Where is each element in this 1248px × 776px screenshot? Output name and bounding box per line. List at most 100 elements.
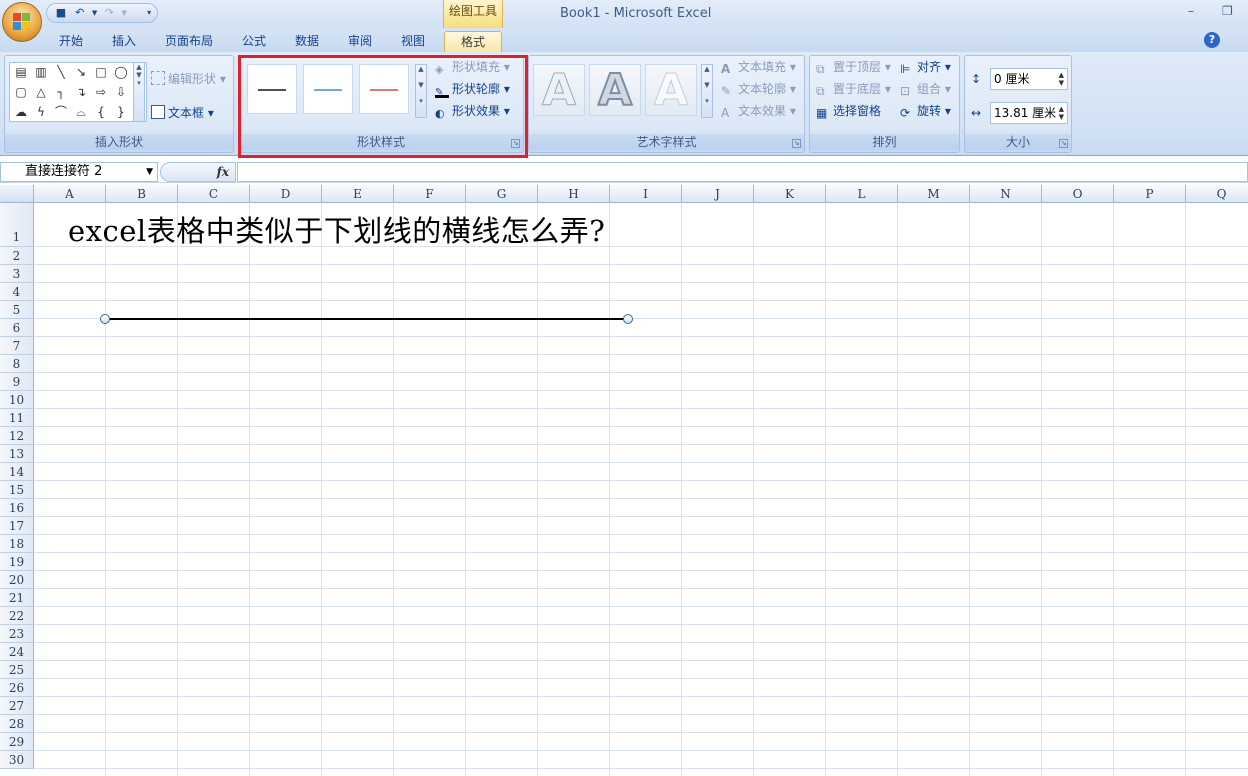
column-header-m[interactable]: M	[898, 185, 970, 203]
row-header-11[interactable]: 11	[0, 409, 34, 427]
row-header-27[interactable]: 27	[0, 697, 34, 715]
edit-shape-button[interactable]: 编辑形状 ▾	[151, 70, 226, 88]
wordart-style-option-3[interactable]: A	[645, 64, 697, 117]
row-header-15[interactable]: 15	[0, 481, 34, 499]
column-header-f[interactable]: F	[394, 185, 466, 203]
formula-input[interactable]	[237, 162, 1248, 182]
row-header-4[interactable]: 4	[0, 283, 34, 301]
cell-a1[interactable]: excel表格中类似于下划线的横线怎么弄?	[68, 208, 605, 250]
shape-width-input[interactable]: 13.81 厘米 ▲ ▼	[990, 102, 1068, 124]
row-header-25[interactable]: 25	[0, 661, 34, 679]
arc-shape-icon[interactable]: ⌓	[74, 105, 88, 119]
row-header-21[interactable]: 21	[0, 589, 34, 607]
curve-shape-icon[interactable]: ⌒	[54, 105, 68, 119]
name-box[interactable]: 直接连接符 2 ▼	[0, 162, 158, 182]
row-header-18[interactable]: 18	[0, 535, 34, 553]
row-header-29[interactable]: 29	[0, 733, 34, 751]
row-header-6[interactable]: 6	[0, 319, 34, 337]
select-all-corner[interactable]	[0, 185, 34, 203]
send-to-back-button[interactable]: ⧉ 置于底层 ▾	[816, 80, 891, 98]
wordart-styles-launcher-icon[interactable]: ↘	[792, 139, 801, 148]
row-header-12[interactable]: 12	[0, 427, 34, 445]
row-header-9[interactable]: 9	[0, 373, 34, 391]
column-header-p[interactable]: P	[1114, 185, 1186, 203]
row-header-26[interactable]: 26	[0, 679, 34, 697]
minimize-button[interactable]: –	[1188, 4, 1194, 18]
text-effects-button[interactable]: A 文本效果 ▾	[721, 102, 796, 120]
insert-function-button[interactable]: fx	[160, 162, 236, 182]
row-header-10[interactable]: 10	[0, 391, 34, 409]
help-icon[interactable]: ?	[1204, 32, 1220, 48]
column-header-e[interactable]: E	[322, 185, 394, 203]
rectangle-shape-icon[interactable]: □	[94, 65, 108, 79]
group-button[interactable]: ⊡ 组合 ▾	[900, 80, 951, 98]
triangle-shape-icon[interactable]: △	[34, 85, 48, 99]
column-header-h[interactable]: H	[538, 185, 610, 203]
tab-format[interactable]: 格式	[444, 31, 502, 52]
rotate-button[interactable]: ⟳ 旋转 ▾	[900, 102, 951, 120]
shape-height-input[interactable]: 0 厘米 ▲ ▼	[990, 68, 1068, 90]
size-launcher-icon[interactable]: ↘	[1059, 139, 1068, 148]
wordart-styles-scroll[interactable]: ▲ ▼ ▾	[701, 64, 713, 118]
line-end-handle[interactable]	[623, 314, 633, 324]
office-button[interactable]	[2, 2, 42, 42]
row-header-20[interactable]: 20	[0, 571, 34, 589]
column-header-o[interactable]: O	[1042, 185, 1114, 203]
undo-dropdown-icon[interactable]: ▼	[91, 6, 99, 20]
text-outline-button[interactable]: ✎ 文本轮廓 ▾	[721, 80, 796, 98]
straight-connector-line[interactable]	[105, 318, 629, 320]
elbow-arrow-shape-icon[interactable]: ↴	[74, 85, 88, 99]
line-start-handle[interactable]	[100, 314, 110, 324]
align-button[interactable]: ⊫ 对齐 ▾	[900, 58, 951, 76]
row-header-3[interactable]: 3	[0, 265, 34, 283]
width-spin-arrows-icon[interactable]: ▲ ▼	[1059, 105, 1064, 121]
restore-button[interactable]: ❐	[1222, 4, 1233, 18]
row-header-30[interactable]: 30	[0, 751, 34, 769]
row-header-17[interactable]: 17	[0, 517, 34, 535]
column-header-b[interactable]: B	[106, 185, 178, 203]
right-brace-shape-icon[interactable]: }	[114, 105, 128, 119]
row-header-8[interactable]: 8	[0, 355, 34, 373]
row-header-28[interactable]: 28	[0, 715, 34, 733]
tab-view[interactable]: 视图	[394, 31, 432, 52]
tab-page-layout[interactable]: 页面布局	[160, 31, 218, 52]
textbox-shape-icon[interactable]: ▤	[14, 65, 28, 79]
column-header-n[interactable]: N	[970, 185, 1042, 203]
left-brace-shape-icon[interactable]: {	[94, 105, 108, 119]
redo-dropdown-icon[interactable]: ▼	[120, 6, 128, 20]
column-header-a[interactable]: A	[34, 185, 106, 203]
row-header-1[interactable]: 1	[0, 203, 34, 247]
row-header-16[interactable]: 16	[0, 499, 34, 517]
height-spin-arrows-icon[interactable]: ▲ ▼	[1059, 71, 1064, 87]
tab-home[interactable]: 开始	[52, 31, 90, 52]
lightning-shape-icon[interactable]: ϟ	[34, 105, 48, 119]
rounded-rect-shape-icon[interactable]: ▢	[14, 85, 28, 99]
name-box-dropdown-icon[interactable]: ▼	[146, 163, 153, 181]
text-fill-button[interactable]: A 文本填充 ▾	[721, 58, 796, 76]
column-header-l[interactable]: L	[826, 185, 898, 203]
column-header-d[interactable]: D	[250, 185, 322, 203]
selection-pane-button[interactable]: ▦ 选择窗格	[816, 102, 881, 120]
row-header-23[interactable]: 23	[0, 625, 34, 643]
freeform-shape-icon[interactable]: ☁	[14, 105, 28, 119]
column-header-g[interactable]: G	[466, 185, 538, 203]
text-box-button[interactable]: 文本框 ▾	[151, 104, 214, 122]
tab-data[interactable]: 数据	[288, 31, 326, 52]
worksheet-grid[interactable]: excel表格中类似于下划线的横线怎么弄? ABCDEFGHIJKLMNOPQ 1…	[0, 185, 1248, 776]
arrow-line-shape-icon[interactable]: ↘	[74, 65, 88, 79]
column-header-c[interactable]: C	[178, 185, 250, 203]
line-shape-icon[interactable]: ╲	[54, 65, 68, 79]
row-header-22[interactable]: 22	[0, 607, 34, 625]
row-header-13[interactable]: 13	[0, 445, 34, 463]
bring-to-front-button[interactable]: ⧉ 置于顶层 ▾	[816, 58, 891, 76]
oval-shape-icon[interactable]: ◯	[114, 65, 128, 79]
wordart-style-option-2[interactable]: A	[589, 64, 641, 117]
column-header-q[interactable]: Q	[1186, 185, 1248, 203]
tab-formulas[interactable]: 公式	[235, 31, 273, 52]
shapes-gallery[interactable]: ▤ ▥ ╲ ↘ □ ◯ ▢ △ ┐ ↴ ⇨ ⇩ ☁ ϟ ⌒ ⌓ { }	[9, 62, 147, 122]
vertical-textbox-shape-icon[interactable]: ▥	[34, 65, 48, 79]
row-header-14[interactable]: 14	[0, 463, 34, 481]
right-arrow-shape-icon[interactable]: ⇨	[94, 85, 108, 99]
column-header-i[interactable]: I	[610, 185, 682, 203]
column-header-j[interactable]: J	[682, 185, 754, 203]
